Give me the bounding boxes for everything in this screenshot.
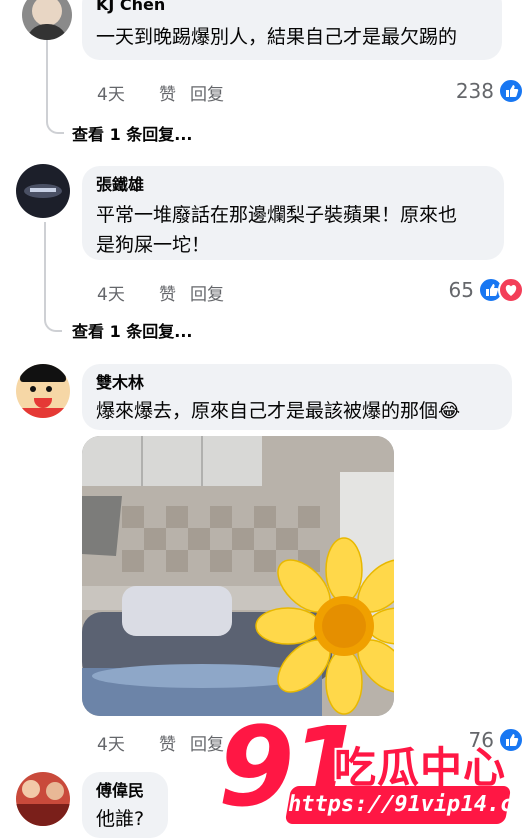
comment-text: 一天到晚踢爆別人，結果自己才是最欠踢的 bbox=[96, 26, 458, 48]
comment-time: 4天 bbox=[97, 735, 125, 755]
photo-scene bbox=[82, 436, 394, 716]
comment-text: 平常一堆廢話在那邊爛梨子裝蘋果！原來也 bbox=[96, 204, 458, 226]
thread-line bbox=[46, 40, 64, 134]
comment-author[interactable]: 雙木林 bbox=[96, 372, 498, 394]
avatar-zhang[interactable] bbox=[16, 164, 70, 218]
comment-bubble-2: 張鐵雄 平常一堆廢話在那邊爛梨子裝蘋果！原來也 是狗屎一坨！ bbox=[82, 166, 504, 260]
love-icon bbox=[498, 277, 524, 303]
view-replies-link[interactable]: 查看 1 条回复... bbox=[72, 121, 193, 145]
comment-author[interactable]: 張鐵雄 bbox=[96, 174, 490, 196]
comment-author[interactable]: 傅偉民 bbox=[96, 780, 154, 802]
comment-text: 是狗屎一坨！ bbox=[96, 234, 211, 256]
laughing-emoji-icon: 😂 bbox=[438, 400, 461, 422]
watermark-url: https://91vip14.com bbox=[284, 786, 530, 824]
like-button[interactable]: 赞 bbox=[159, 280, 190, 305]
reaction-count: 65 bbox=[448, 278, 474, 302]
comment-actions: 4天 赞 回复 bbox=[97, 730, 224, 755]
reaction-summary[interactable]: 238 bbox=[456, 78, 524, 104]
comment-author[interactable]: KJ Chen bbox=[96, 0, 488, 16]
comment-time: 4天 bbox=[97, 285, 125, 305]
reaction-count: 238 bbox=[455, 79, 494, 103]
comment-text-body: 爆來爆去，原來自己才是最該被爆的那個 bbox=[96, 400, 439, 422]
like-icon bbox=[498, 78, 524, 104]
avatar-shuang-mu-lin[interactable] bbox=[16, 364, 70, 418]
comment-actions: 4天 赞 回复 bbox=[97, 280, 224, 305]
avatar-fu-wei-min[interactable] bbox=[16, 772, 70, 826]
view-replies-link[interactable]: 查看 1 条回复... bbox=[72, 318, 193, 342]
reply-button[interactable]: 回复 bbox=[190, 280, 224, 305]
comment-bubble-1: KJ Chen 一天到晚踢爆別人，結果自己才是最欠踢的 bbox=[82, 0, 502, 60]
comment-bubble-4: 傅偉民 他誰? bbox=[82, 772, 168, 838]
comment-time: 4天 bbox=[97, 85, 125, 105]
comment-text: 爆來爆去，原來自己才是最該被爆的那個😂 bbox=[96, 396, 498, 426]
comment-bubble-3: 雙木林 爆來爆去，原來自己才是最該被爆的那個😂 bbox=[82, 364, 512, 430]
comment-text: 他誰? bbox=[96, 808, 145, 830]
reaction-summary[interactable]: 65 bbox=[449, 277, 524, 303]
reply-button[interactable]: 回复 bbox=[190, 80, 224, 105]
like-button[interactable]: 赞 bbox=[159, 80, 190, 105]
thread-line bbox=[44, 222, 62, 332]
comment-photo[interactable] bbox=[82, 436, 394, 716]
comment-actions: 4天 赞 回复 bbox=[97, 80, 224, 105]
like-button[interactable]: 赞 bbox=[159, 730, 190, 755]
avatar-kj-chen[interactable] bbox=[22, 0, 72, 40]
